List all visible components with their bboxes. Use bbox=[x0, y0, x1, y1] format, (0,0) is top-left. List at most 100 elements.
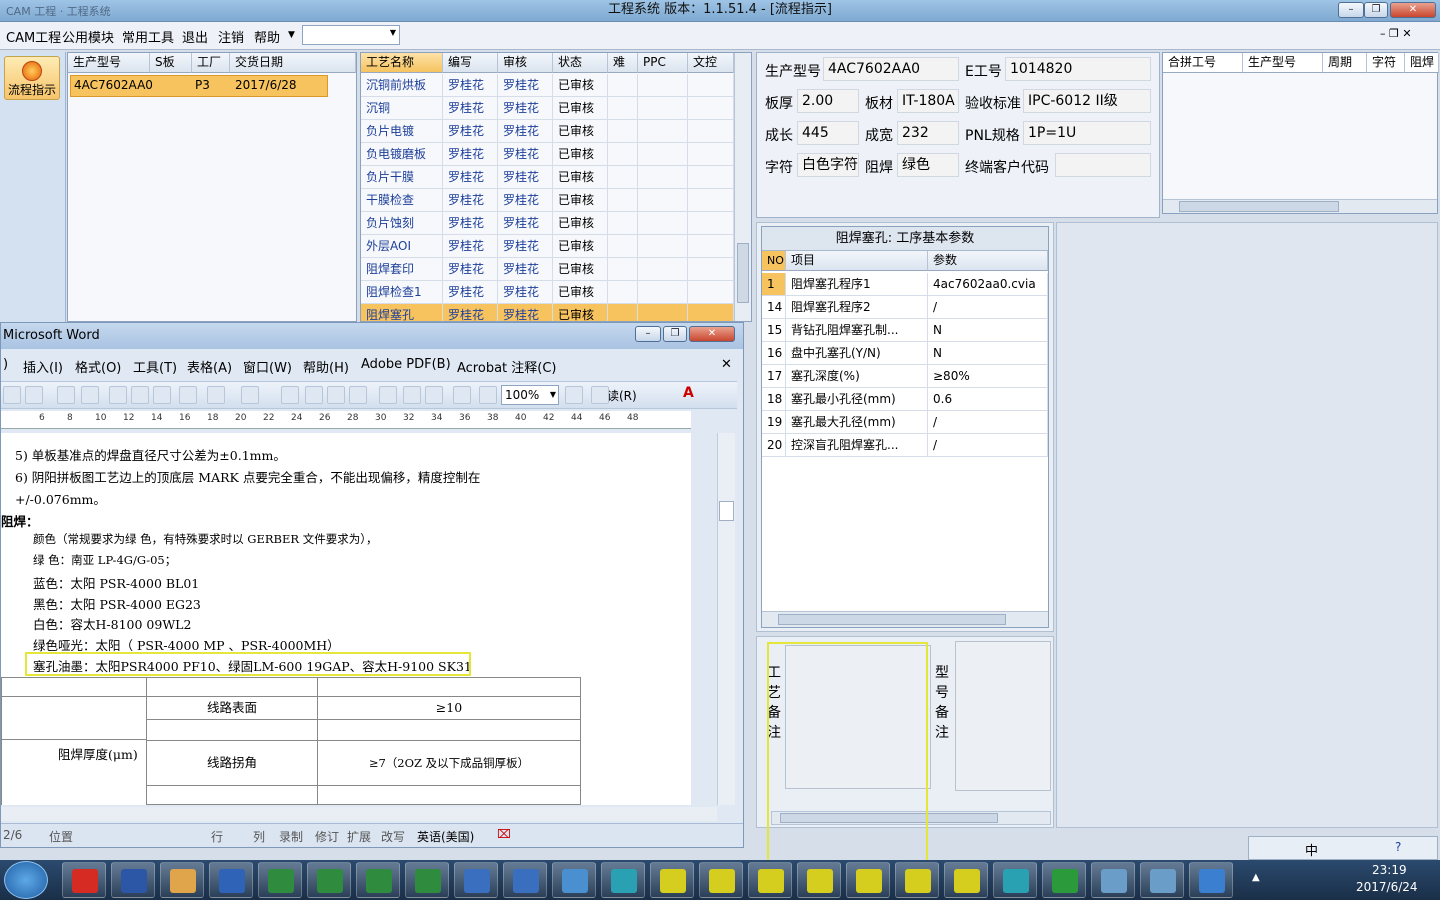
toolbar-icon[interactable] bbox=[453, 386, 471, 404]
word-menu-table[interactable]: 表格(A) bbox=[187, 357, 232, 376]
header-delivery-date[interactable]: 交货日期 bbox=[230, 53, 356, 73]
toolbar-icon[interactable] bbox=[281, 386, 299, 404]
field-thickness[interactable]: 2.00 bbox=[797, 89, 859, 113]
toolbar-icon[interactable] bbox=[3, 386, 21, 404]
header-factory[interactable]: 工厂 bbox=[192, 53, 230, 73]
param-cell[interactable]: ≥80% bbox=[928, 365, 1048, 388]
table-row[interactable]: 负片干膜 罗桂花 罗桂花 已审核 bbox=[361, 166, 734, 189]
toolbar-icon[interactable] bbox=[403, 386, 421, 404]
field-e-no[interactable]: 1014820 bbox=[1005, 57, 1151, 81]
taskbar-button[interactable] bbox=[601, 862, 645, 898]
tray-expand-icon[interactable]: ▲ bbox=[1252, 872, 1260, 883]
taskbar-button[interactable] bbox=[993, 862, 1037, 898]
header-mask[interactable]: 阻焊 bbox=[1405, 53, 1439, 73]
toolbar-icon[interactable] bbox=[479, 386, 497, 404]
header-combine-no[interactable]: 合拼工号 bbox=[1163, 53, 1243, 73]
header-param[interactable]: 参数 bbox=[928, 251, 1048, 271]
ime-mode[interactable]: 中 bbox=[1305, 840, 1318, 859]
field-length[interactable]: 445 bbox=[797, 121, 859, 145]
table-row[interactable]: 阻焊套印 罗桂花 罗桂花 已审核 bbox=[361, 258, 734, 281]
param-cell[interactable]: N bbox=[928, 319, 1048, 342]
table-row[interactable]: 负电镀磨板 罗桂花 罗桂花 已审核 bbox=[361, 143, 734, 166]
taskbar-button[interactable] bbox=[160, 862, 204, 898]
param-cell[interactable]: 阻焊塞孔程序1 bbox=[786, 273, 928, 296]
param-cell[interactable]: 控深盲孔阻焊塞孔... bbox=[786, 434, 928, 457]
toolbar-icon[interactable] bbox=[57, 386, 75, 404]
mdi-window-controls[interactable]: – ❐ ✕ bbox=[1380, 27, 1412, 40]
header-difficulty[interactable]: 难 bbox=[608, 53, 638, 73]
header-product-no[interactable]: 生产型号 bbox=[68, 53, 150, 73]
field-product-no[interactable]: 4AC7602AA0 bbox=[823, 57, 959, 81]
menu-exit[interactable]: 退出 bbox=[182, 27, 208, 46]
toolbar-icon[interactable] bbox=[241, 386, 259, 404]
table-row[interactable]: 负片蚀刻 罗桂花 罗桂花 已审核 bbox=[361, 212, 734, 235]
toolbar-icon[interactable] bbox=[425, 386, 443, 404]
param-cell[interactable]: 塞孔最大孔径(mm) bbox=[786, 411, 928, 434]
status-record[interactable]: 录制 bbox=[279, 828, 303, 845]
table-row[interactable]: 干膜检查 罗桂花 罗桂花 已审核 bbox=[361, 189, 734, 212]
toolbar-icon[interactable] bbox=[207, 386, 225, 404]
toolbar-icon[interactable] bbox=[305, 386, 323, 404]
table-row[interactable]: 阻焊检查1 罗桂花 罗桂花 已审核 bbox=[361, 281, 734, 304]
taskbar-button[interactable] bbox=[307, 862, 351, 898]
word-menu-format[interactable]: 格式(O) bbox=[75, 357, 121, 376]
param-cell[interactable]: 0.6 bbox=[928, 388, 1048, 411]
taskbar-button[interactable] bbox=[1189, 862, 1233, 898]
field-standard[interactable]: IPC-6012 II级 bbox=[1023, 89, 1151, 113]
taskbar-button[interactable] bbox=[111, 862, 155, 898]
header-item[interactable]: 项目 bbox=[786, 251, 928, 271]
start-button[interactable] bbox=[4, 861, 48, 899]
header-writer[interactable]: 编写 bbox=[443, 53, 498, 73]
field-width[interactable]: 232 bbox=[897, 121, 959, 145]
table-row[interactable]: 沉铜 罗桂花 罗桂花 已审核 bbox=[361, 97, 734, 120]
param-hscrollbar[interactable] bbox=[762, 611, 1048, 627]
header-char[interactable]: 字符 bbox=[1367, 53, 1405, 73]
taskbar-button[interactable] bbox=[895, 862, 939, 898]
process-grid-scrollbar[interactable] bbox=[734, 53, 751, 321]
word-maximize-button[interactable]: ❐ bbox=[663, 326, 687, 342]
toolbar-icon[interactable] bbox=[25, 386, 43, 404]
param-cell[interactable]: / bbox=[928, 434, 1048, 457]
toolbar-icon[interactable] bbox=[591, 386, 609, 404]
word-hscrollbar[interactable] bbox=[1, 807, 717, 821]
param-cell[interactable]: 塞孔最小孔径(mm) bbox=[786, 388, 928, 411]
menu-common-module[interactable]: 公用模块 bbox=[62, 27, 114, 46]
table-row[interactable]: 沉铜前烘板 罗桂花 罗桂花 已审核 bbox=[361, 74, 734, 97]
word-menu-insert[interactable]: 插入(I) bbox=[23, 357, 63, 376]
table-row[interactable]: 阻焊塞孔 罗桂花 罗桂花 已审核 bbox=[361, 304, 734, 321]
param-cell[interactable]: 4ac7602aa0.cvia bbox=[928, 273, 1048, 296]
header-reviewer[interactable]: 审核 bbox=[498, 53, 553, 73]
close-button[interactable]: ✕ bbox=[1390, 2, 1436, 18]
toolbar-icon[interactable] bbox=[131, 386, 149, 404]
header-status[interactable]: 状态 bbox=[553, 53, 608, 73]
taskbar-button[interactable] bbox=[1140, 862, 1184, 898]
toolbar-icon[interactable] bbox=[81, 386, 99, 404]
scrollbar-thumb[interactable] bbox=[1179, 201, 1339, 212]
header-combine-product[interactable]: 生产型号 bbox=[1243, 53, 1323, 73]
status-revision[interactable]: 修订 bbox=[315, 828, 339, 845]
header-cycle[interactable]: 周期 bbox=[1323, 53, 1367, 73]
taskbar-button[interactable] bbox=[209, 862, 253, 898]
param-cell[interactable]: 14 bbox=[762, 296, 786, 319]
toolbar-icon[interactable] bbox=[379, 386, 397, 404]
toolbar-icon[interactable] bbox=[109, 386, 127, 404]
toolbar-icon[interactable] bbox=[179, 386, 197, 404]
menu-stub[interactable]: ) bbox=[3, 357, 8, 372]
flow-button[interactable]: 流程指示 bbox=[4, 56, 60, 100]
param-cell[interactable]: 16 bbox=[762, 342, 786, 365]
field-solder-mask[interactable]: 绿色 bbox=[897, 153, 959, 177]
word-vscrollbar[interactable] bbox=[717, 433, 735, 805]
table-row[interactable]: 4AC7602AA0 P3 2017/6/28 bbox=[70, 75, 328, 97]
field-pnl[interactable]: 1P=1U bbox=[1023, 121, 1151, 145]
scrollbar-thumb[interactable] bbox=[737, 243, 749, 303]
param-cell[interactable]: 17 bbox=[762, 365, 786, 388]
field-character[interactable]: 白色字符 bbox=[797, 153, 859, 177]
chevron-down-icon[interactable]: ▼ bbox=[288, 30, 295, 40]
param-cell[interactable]: 塞孔深度(%) bbox=[786, 365, 928, 388]
taskbar-button[interactable] bbox=[846, 862, 890, 898]
menu-logout[interactable]: 注销 bbox=[218, 27, 244, 46]
field-customer-code[interactable] bbox=[1055, 153, 1151, 177]
document-body[interactable]: 5) 单板基准点的焊盘直径尺寸公差为±0.1mm。 6) 阴阳拼板图工艺边上的顶底… bbox=[1, 433, 691, 805]
maximize-button[interactable]: ❐ bbox=[1364, 2, 1388, 18]
param-cell[interactable]: 阻焊塞孔程序2 bbox=[786, 296, 928, 319]
